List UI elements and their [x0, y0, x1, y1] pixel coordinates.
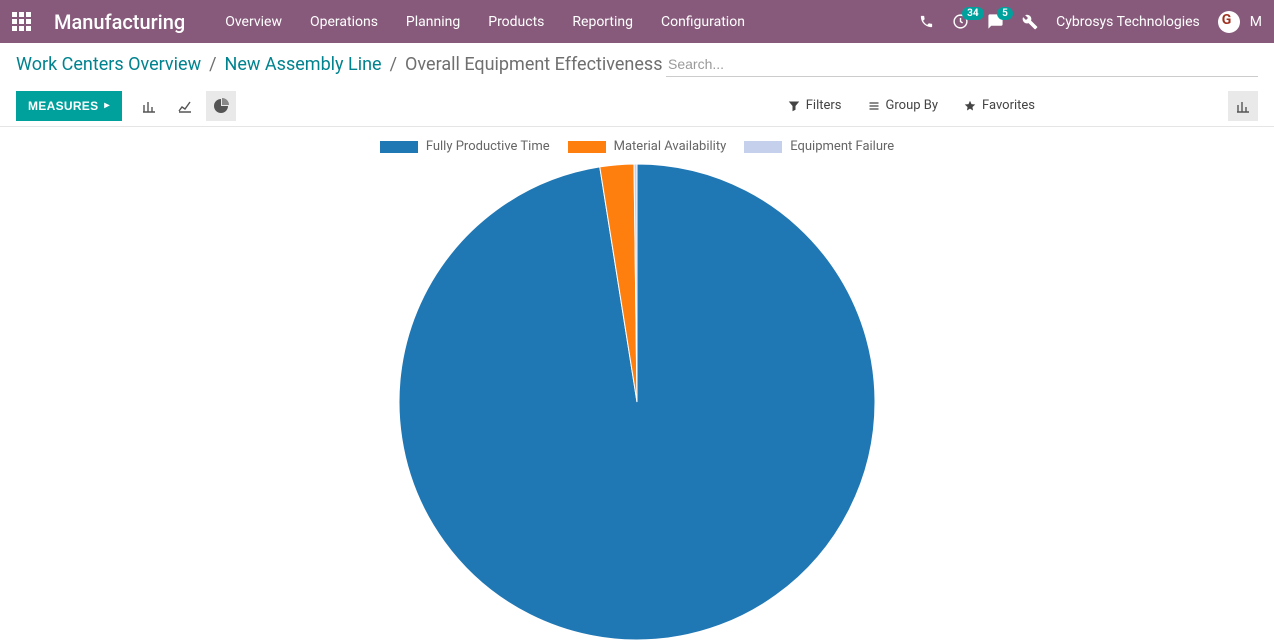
user-initial: M [1250, 14, 1262, 30]
nav-configuration[interactable]: Configuration [661, 14, 745, 30]
pie-wrap [0, 162, 1274, 642]
nav-items: Overview Operations Planning Products Re… [225, 14, 919, 30]
swatch-material [568, 141, 606, 153]
caret-right-icon: ▸ [104, 100, 109, 111]
pie-chart [397, 162, 877, 642]
search-wrap [666, 52, 1258, 77]
graph-view-icon[interactable] [1228, 91, 1258, 121]
phone-icon[interactable] [919, 14, 934, 29]
search-input[interactable] [666, 52, 1258, 76]
filter-bar: Filters Group By Favorites [788, 98, 1035, 113]
bc-oee: Overall Equipment Effectiveness [405, 54, 662, 75]
favorites-button[interactable]: Favorites [964, 98, 1035, 113]
pie-chart-icon[interactable] [206, 91, 236, 121]
navbar: Manufacturing Overview Operations Planni… [0, 0, 1274, 43]
filters-label: Filters [806, 98, 842, 113]
bar-chart-icon[interactable] [134, 91, 164, 121]
groupby-button[interactable]: Group By [868, 98, 939, 113]
chat-badge: 5 [997, 7, 1013, 20]
line-chart-icon[interactable] [170, 91, 200, 121]
chart-area: Fully Productive Time Material Availabil… [0, 127, 1274, 642]
nav-products[interactable]: Products [488, 14, 544, 30]
legend-label: Equipment Failure [790, 139, 894, 154]
apps-icon[interactable] [10, 10, 34, 34]
breadcrumb-row: Work Centers Overview / New Assembly Lin… [0, 43, 1274, 85]
toolbar: MEASURES ▸ Filters Group By Favorites [0, 85, 1274, 127]
legend-item-productive[interactable]: Fully Productive Time [380, 139, 550, 154]
list-icon [868, 100, 880, 112]
groupby-label: Group By [886, 98, 939, 113]
funnel-icon [788, 100, 800, 112]
nav-planning[interactable]: Planning [406, 14, 460, 30]
legend: Fully Productive Time Material Availabil… [0, 139, 1274, 154]
avatar[interactable] [1218, 11, 1240, 33]
activity-icon[interactable]: 34 [952, 13, 969, 30]
legend-label: Fully Productive Time [426, 139, 550, 154]
bc-sep: / [209, 54, 216, 75]
legend-item-failure[interactable]: Equipment Failure [744, 139, 894, 154]
measures-button[interactable]: MEASURES ▸ [16, 91, 122, 121]
swatch-failure [744, 141, 782, 153]
bc-new-assembly[interactable]: New Assembly Line [225, 54, 382, 75]
favorites-label: Favorites [982, 98, 1035, 113]
activity-badge: 34 [962, 7, 983, 20]
bc-work-centers[interactable]: Work Centers Overview [16, 54, 201, 75]
nav-overview[interactable]: Overview [225, 14, 282, 30]
username[interactable]: Cybrosys Technologies [1056, 14, 1200, 30]
star-icon [964, 100, 976, 112]
nav-reporting[interactable]: Reporting [572, 14, 633, 30]
chat-icon[interactable]: 5 [987, 13, 1004, 30]
legend-item-material[interactable]: Material Availability [568, 139, 727, 154]
measures-label: MEASURES [28, 99, 98, 113]
navbar-right: 34 5 Cybrosys Technologies M [919, 11, 1262, 33]
settings-icon[interactable] [1022, 14, 1038, 30]
breadcrumb: Work Centers Overview / New Assembly Lin… [16, 54, 666, 75]
swatch-productive [380, 141, 418, 153]
nav-operations[interactable]: Operations [310, 14, 378, 30]
app-brand[interactable]: Manufacturing [54, 10, 185, 34]
chart-view-buttons [134, 91, 236, 121]
filters-button[interactable]: Filters [788, 98, 842, 113]
bc-sep: / [390, 54, 397, 75]
legend-label: Material Availability [614, 139, 727, 154]
